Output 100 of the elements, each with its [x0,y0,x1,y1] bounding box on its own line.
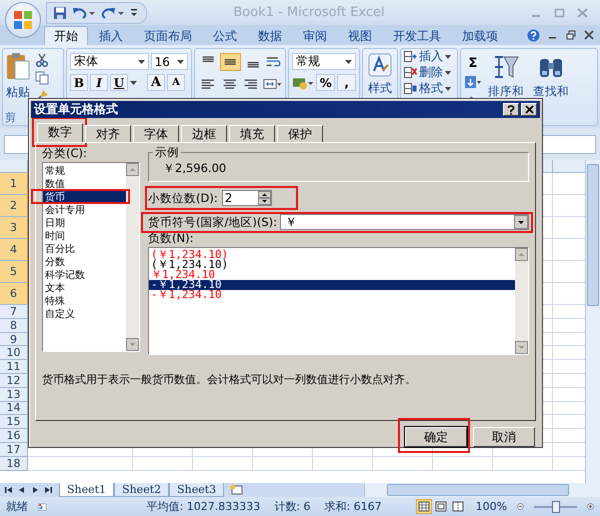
row-header[interactable]: 10 [0,346,28,360]
category-item[interactable]: 特殊 [43,294,126,308]
row-header[interactable]: 12 [0,374,28,388]
sheet-nav-icon[interactable] [43,485,53,495]
copy-icon[interactable] [35,71,49,85]
horizontal-scrollbar[interactable] [364,483,600,497]
editing-button[interactable]: 排序和 [485,53,527,121]
row-header[interactable]: 13 [0,388,28,402]
dialog-tab[interactable]: 填充 [229,124,275,142]
format-button[interactable]: I [90,74,108,91]
number-style-button[interactable]: % [316,74,336,91]
save-icon[interactable] [53,6,67,20]
grid-cell[interactable] [433,456,493,471]
number-format-field[interactable]: 常规 [292,53,356,70]
close-icon[interactable] [584,30,594,40]
ribbon-tab[interactable]: 公式 [203,26,247,45]
category-item[interactable]: 自定义 [43,308,126,321]
row-header[interactable]: 3 [0,217,28,239]
spinner-arrows-icon[interactable] [258,191,271,206]
negative-format-item[interactable]: -￥1,234.10 [149,290,515,300]
font-size-field[interactable]: 16 [150,53,188,70]
category-list[interactable]: 常规 数值 货币 会计专用 日期 时间 百分比 分数 科学记数 文本 特殊 自定义 [42,162,140,352]
negative-format-item[interactable]: -￥1,234.10 [149,280,515,290]
row-header[interactable]: 16 [0,429,28,443]
ribbon-tab[interactable]: 开发工具 [383,26,451,45]
row-header[interactable]: 8 [0,318,28,333]
format-button[interactable]: B [70,74,88,91]
negative-format-item[interactable]: ￥1,234.10 [149,270,515,280]
grid-cell[interactable] [133,456,193,471]
zoom-slider-thumb[interactable] [552,500,560,512]
font-size-button[interactable]: A [167,74,185,91]
help-button[interactable] [503,103,519,116]
scissors-icon[interactable] [35,53,49,67]
restore-icon[interactable] [566,30,576,40]
maximize-icon[interactable] [554,8,565,18]
cells-button[interactable]: 格式 [404,81,454,96]
ribbon-tab[interactable]: 审阅 [293,26,337,45]
dropdown-caret-icon[interactable] [130,80,137,84]
view-button[interactable] [450,499,466,514]
row-header[interactable]: 6 [0,283,28,305]
paste-button[interactable]: 粘贴 [5,51,31,103]
grid-cell[interactable] [193,456,253,471]
scroll-down-icon[interactable] [126,338,139,351]
negative-numbers-list[interactable]: (￥1,234.10) (￥1,234.10) ￥1,234.10 -￥1,234.10 -￥1,234.10 [148,246,529,355]
font-size-button[interactable]: A [147,74,165,91]
scroll-up-icon[interactable] [126,162,139,176]
category-item[interactable]: 文本 [43,282,126,295]
dialog-tab[interactable]: 保护 [277,124,323,142]
vertical-scrollbar[interactable] [585,160,600,483]
ribbon-tab[interactable]: 加载项 [452,26,508,45]
row-header[interactable]: 15 [0,415,28,430]
close-button[interactable] [521,103,537,116]
ribbon-tab[interactable]: 视图 [338,26,382,45]
row-header[interactable]: 2 [0,195,28,217]
scroll-thumb[interactable] [587,164,599,306]
grid-cell[interactable] [493,456,553,471]
row-header[interactable]: 5 [0,261,28,283]
undo-icon[interactable] [72,6,96,20]
negative-format-item[interactable]: (￥1,234.10) [149,250,515,260]
grid-cell[interactable] [28,456,133,471]
cells-button[interactable]: 删除 [404,65,454,80]
fill-icon[interactable] [464,75,482,89]
row-header[interactable]: 9 [0,332,28,346]
category-item[interactable]: 分数 [43,256,126,269]
sheet-nav-icon[interactable] [4,485,14,495]
dialog-button[interactable]: 确定 [405,427,467,447]
row-header[interactable]: 18 [0,456,28,471]
category-item[interactable]: 日期 [43,216,126,230]
sheet-tab[interactable]: Sheet1 [59,483,114,497]
view-button[interactable] [416,499,432,514]
dialog-tab[interactable]: 边框 [181,124,227,142]
dialog-tab[interactable]: 对齐 [85,124,131,142]
align-icon[interactable] [220,53,241,71]
ribbon-tab[interactable]: 页面布局 [134,26,202,45]
row-header[interactable]: 7 [0,305,28,319]
scroll-down-icon[interactable] [515,340,528,354]
help-icon[interactable] [527,28,540,42]
row-header[interactable]: 11 [0,360,28,374]
row-header[interactable]: 4 [0,239,28,261]
zoom-level[interactable]: 100% [476,500,508,513]
grid-cell[interactable] [313,456,373,471]
grid-cell[interactable] [253,456,313,471]
number-style-button[interactable]: , [337,74,356,91]
row-header[interactable]: 1 [0,173,28,195]
category-item[interactable]: 科学记数 [43,268,126,282]
category-item[interactable]: 常规 [43,164,126,178]
merge-icon[interactable] [262,76,282,92]
redo-icon[interactable] [101,6,125,20]
ribbon-tab[interactable]: 开始 [44,26,88,45]
cells-button[interactable]: 插入 [404,49,454,64]
currency-symbol-dropdown[interactable]: ￥ [280,214,529,230]
view-button[interactable] [432,499,449,514]
dialog-button[interactable]: 取消 [473,427,535,447]
row-header[interactable]: 17 [0,442,28,457]
category-item[interactable]: 时间 [43,230,126,243]
dialog-tab[interactable]: 字体 [133,124,179,142]
customize-caret-icon[interactable] [130,8,138,18]
grid-cell[interactable] [373,456,433,471]
ribbon-tab[interactable]: 数据 [248,26,292,45]
category-item[interactable]: 百分比 [43,242,126,256]
